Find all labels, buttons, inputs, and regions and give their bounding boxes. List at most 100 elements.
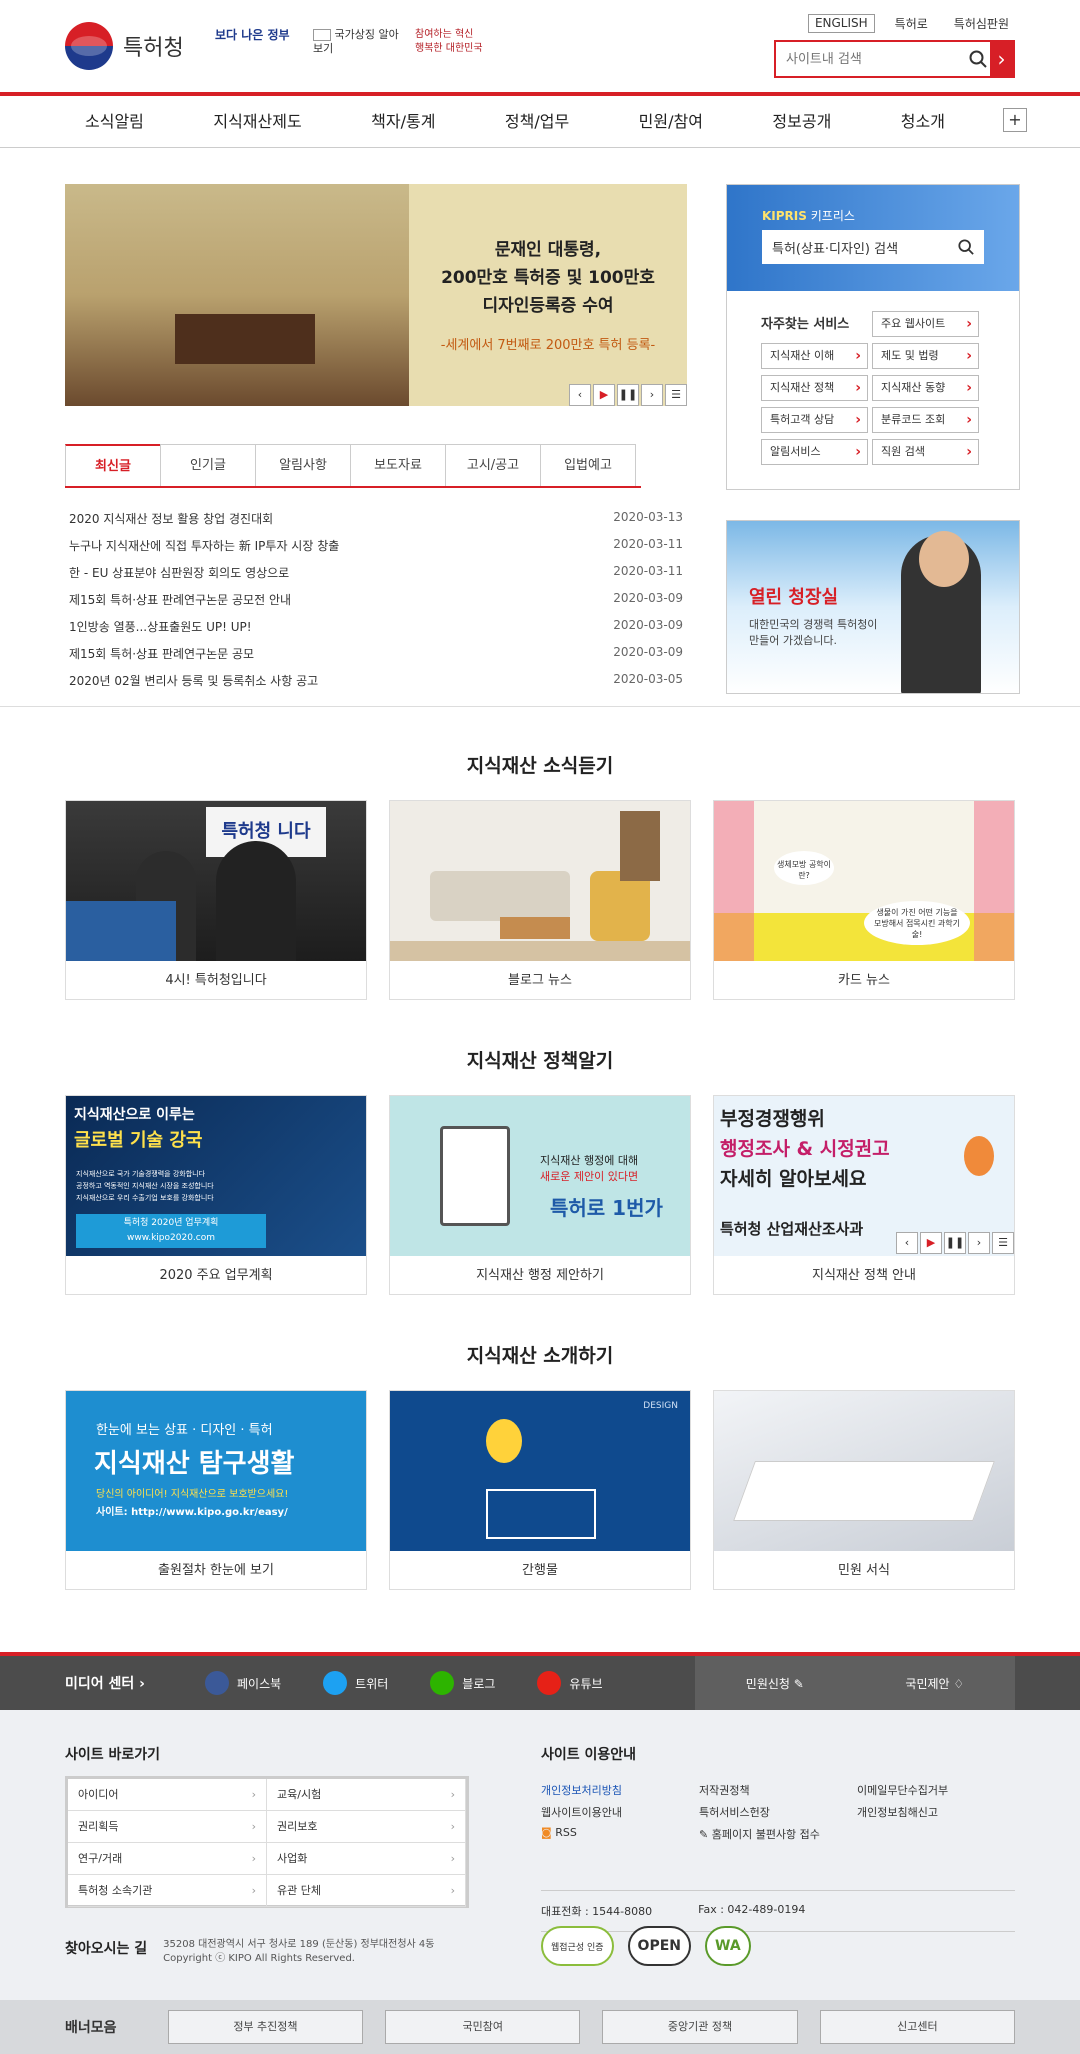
tab-popular[interactable]: 인기글 — [160, 444, 256, 486]
tribunal-link[interactable]: 특허심판원 — [948, 14, 1015, 33]
main-visual[interactable]: 문재인 대통령, 200만호 특허증 및 100만호 디자인등록증 수여 -세계… — [65, 184, 687, 406]
list-item[interactable]: 1인방송 열풍...상표출원도 UP! UP! 2020-03-09 — [65, 618, 687, 645]
card-caption[interactable]: 간행물 — [390, 1551, 690, 1591]
search-icon[interactable] — [966, 42, 990, 76]
pause-button[interactable]: ❚❚ — [617, 384, 639, 406]
site-usage-link[interactable]: 웹사이트이용안내 — [541, 1804, 699, 1820]
news-title[interactable]: 1인방송 열풍...상표출원도 UP! UP! — [69, 618, 252, 645]
tab-latest[interactable]: 최신글 — [65, 444, 161, 486]
news-title[interactable]: 누구나 지식재산에 직접 투자하는 新 IP투자 시장 창출 — [69, 537, 339, 564]
next-button[interactable]: › — [641, 384, 663, 406]
next-button[interactable]: › — [968, 1232, 990, 1254]
service-link[interactable]: 분류코드 조회 — [872, 407, 979, 433]
service-link[interactable]: 직원 검색 — [872, 439, 979, 465]
sitego-link[interactable]: 교육/시험 — [267, 1779, 466, 1811]
better-gov-badge[interactable]: 보다 나은 정부 — [215, 28, 290, 42]
nav-expand-button[interactable]: + — [1003, 108, 1027, 132]
card-caption[interactable]: 민원 서식 — [714, 1551, 1014, 1591]
search-icon[interactable] — [958, 239, 974, 255]
english-link[interactable]: ENGLISH — [807, 14, 875, 33]
card-caption[interactable]: 2020 주요 업무계획 — [66, 1256, 366, 1296]
card-caption[interactable]: 출원절차 한눈에 보기 — [66, 1551, 366, 1591]
sitego-link[interactable]: 아이디어 — [68, 1779, 267, 1811]
nav-news[interactable]: 소식알림 — [85, 96, 144, 148]
play-button[interactable]: ▶ — [920, 1232, 942, 1254]
sitego-link[interactable]: 권리보호 — [267, 1811, 466, 1843]
play-button[interactable]: ▶ — [593, 384, 615, 406]
logo[interactable]: 특허청 — [65, 22, 184, 70]
news-title[interactable]: 2020년 02월 변리사 등록 및 등록취소 사항 공고 — [69, 672, 318, 699]
list-button[interactable]: ☰ — [665, 384, 687, 406]
card-publications[interactable]: DESIGN 간행물 — [389, 1390, 691, 1590]
service-link[interactable]: 지식재산 정책 — [761, 375, 868, 401]
sitego-link[interactable]: 연구/거래 — [68, 1843, 267, 1875]
service-charter-link[interactable]: 특허서비스헌장 — [699, 1804, 857, 1820]
email-refuse-link[interactable]: 이메일무단수집거부 — [857, 1782, 1015, 1798]
search-go-button[interactable]: › — [990, 42, 1013, 76]
nav-ip-system[interactable]: 지식재산제도 — [213, 96, 301, 148]
card-caption[interactable]: 4시! 특허청입니다 — [66, 961, 366, 1001]
news-title[interactable]: 한 - EU 상표분야 심판원장 회의도 영상으로 — [69, 564, 289, 591]
news-title[interactable]: 2020 지식재산 정보 활용 창업 경진대회 — [69, 510, 273, 537]
search-input[interactable] — [776, 42, 966, 76]
nav-about[interactable]: 청소개 — [901, 96, 945, 148]
news-title[interactable]: 제15회 특허·상표 판례연구논문 공모 — [69, 645, 254, 672]
prev-button[interactable]: ‹ — [569, 384, 591, 406]
tab-press[interactable]: 보도자료 — [350, 444, 446, 486]
card-policy-guide[interactable]: 부정경쟁행위 행정조사 & 시정권고 자세히 알아보세요 특허청 산업재산조사과… — [713, 1095, 1015, 1295]
privacy-report-link[interactable]: 개인정보침해신고 — [857, 1804, 1015, 1820]
list-button[interactable]: ☰ — [992, 1232, 1014, 1254]
kipris-search-input[interactable]: 특허(상표·디자인) 검색 — [762, 230, 984, 264]
service-link[interactable]: 주요 웹사이트 — [872, 311, 979, 337]
card-admin-proposal[interactable]: 지식재산 행정에 대해 새로운 제안이 있다면 특허로 1번가 지식재산 행정 … — [389, 1095, 691, 1295]
blog-link[interactable]: 블로그 — [430, 1671, 495, 1695]
service-link[interactable]: 지식재산 동향 — [872, 375, 979, 401]
complaint-link[interactable]: ✎ 홈페이지 불편사항 접수 — [699, 1826, 857, 1842]
card-caption[interactable]: 지식재산 정책 안내 — [714, 1256, 1014, 1296]
national-symbol-link[interactable]: 국가상징 알아보기 — [313, 28, 403, 56]
list-item[interactable]: 2020년 02월 변리사 등록 및 등록취소 사항 공고 2020-03-05 — [65, 672, 687, 699]
list-item[interactable]: 2020 지식재산 정보 활용 창업 경진대회 2020-03-13 — [65, 510, 687, 537]
banner-button[interactable]: 신고센터 — [819, 2010, 1015, 2044]
banner-button[interactable]: 중앙기관 정책 — [602, 2010, 798, 2044]
card-blog-news[interactable]: 블로그 뉴스 — [389, 800, 691, 1000]
nav-books-stats[interactable]: 책자/통계 — [371, 96, 435, 148]
copyright-link[interactable]: 저작권정책 — [699, 1782, 857, 1798]
civil-request-link[interactable]: 민원신청 ✎ — [746, 1675, 804, 1692]
prev-button[interactable]: ‹ — [896, 1232, 918, 1254]
facebook-link[interactable]: 페이스북 — [205, 1671, 281, 1695]
tab-announce[interactable]: 고시/공고 — [445, 444, 541, 486]
nav-disclosure[interactable]: 정보공개 — [772, 96, 831, 148]
rss-link[interactable]: ◙ RSS — [541, 1826, 699, 1842]
banner-button[interactable]: 국민참여 — [385, 2010, 581, 2044]
sitego-link[interactable]: 유관 단체 — [267, 1875, 466, 1907]
card-procedure[interactable]: 한눈에 보는 상표 · 디자인 · 특허 지식재산 탐구생활 당신의 아이디어!… — [65, 1390, 367, 1590]
list-item[interactable]: 제15회 특허·상표 판례연구논문 공모전 안내 2020-03-09 — [65, 591, 687, 618]
nav-civil[interactable]: 민원/참여 — [639, 96, 703, 148]
service-link[interactable]: 알림서비스 — [761, 439, 868, 465]
pause-button[interactable]: ❚❚ — [944, 1232, 966, 1254]
card-card-news[interactable]: 생체모방 공학이란? 생물이 가진 어떤 기능을 모방해서 접목시킨 과학기술!… — [713, 800, 1015, 1000]
proposal-link[interactable]: 국민제안 ♢ — [905, 1675, 964, 1692]
list-item[interactable]: 제15회 특허·상표 판례연구논문 공모 2020-03-09 — [65, 645, 687, 672]
card-4pm-kipo[interactable]: 특허청 니다 4시! 특허청입니다 — [65, 800, 367, 1000]
card-work-plan[interactable]: 지식재산으로 이루는 글로벌 기술 강국 지식재산으로 국가 기술경쟁력을 강화… — [65, 1095, 367, 1295]
twitter-link[interactable]: 트위터 — [323, 1671, 388, 1695]
list-item[interactable]: 누구나 지식재산에 직접 투자하는 新 IP투자 시장 창출 2020-03-11 — [65, 537, 687, 564]
card-caption[interactable]: 블로그 뉴스 — [390, 961, 690, 1001]
tab-legislation[interactable]: 입법예고 — [540, 444, 636, 486]
banner-button[interactable]: 정부 추진정책 — [167, 2010, 364, 2044]
card-caption[interactable]: 지식재산 행정 제안하기 — [390, 1256, 690, 1296]
nav-policy[interactable]: 정책/업무 — [505, 96, 569, 148]
open-commissioner-banner[interactable]: 열린 청장실 대한민국의 경쟁력 특허청이 만들어 가겠습니다. — [726, 520, 1020, 694]
tab-notice[interactable]: 알림사항 — [255, 444, 351, 486]
sitego-link[interactable]: 권리획득 — [68, 1811, 267, 1843]
media-center-link[interactable]: 미디어 센터 › — [65, 1673, 205, 1693]
patent-ro-link[interactable]: 특허로 — [889, 14, 934, 33]
youtube-link[interactable]: 유튜브 — [537, 1671, 603, 1695]
service-link[interactable]: 제도 및 법령 — [872, 343, 979, 369]
card-forms[interactable]: 민원 서식 — [713, 1390, 1015, 1590]
news-title[interactable]: 제15회 특허·상표 판례연구논문 공모전 안내 — [69, 591, 291, 618]
privacy-link[interactable]: 개인정보처리방침 — [541, 1782, 699, 1798]
card-caption[interactable]: 카드 뉴스 — [714, 961, 1014, 1001]
